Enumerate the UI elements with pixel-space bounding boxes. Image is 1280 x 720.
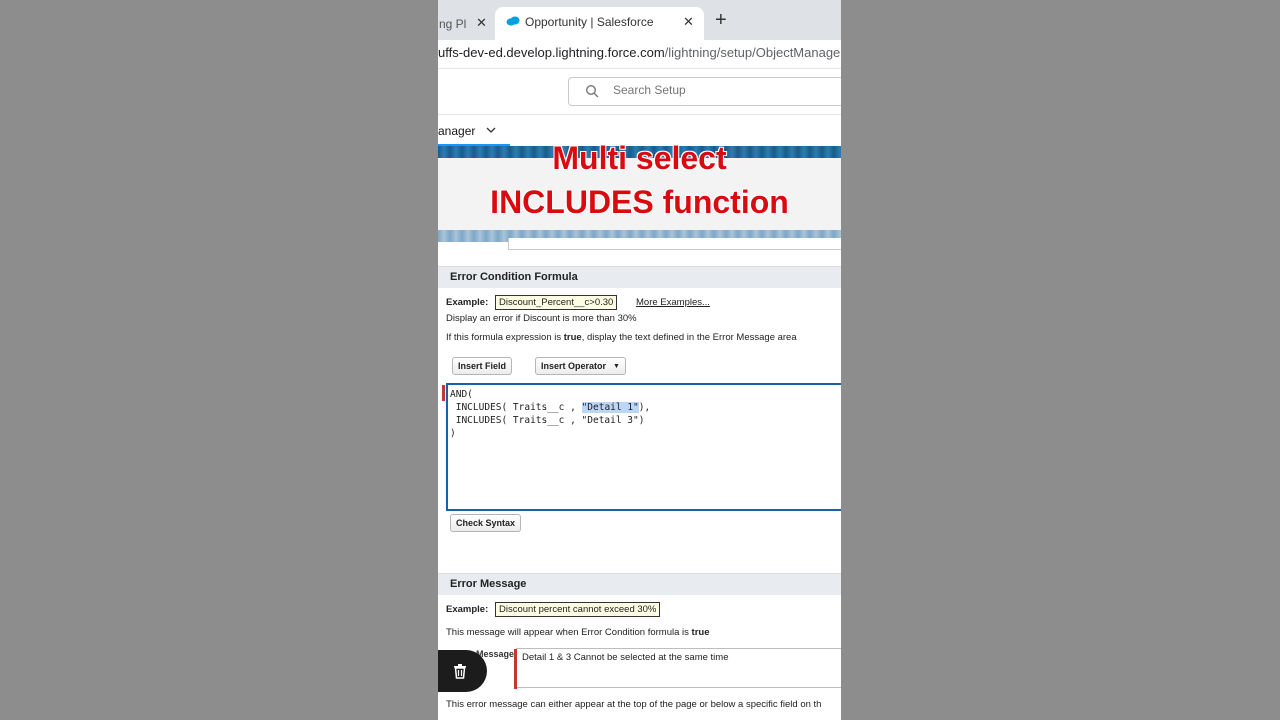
formula-line-2b: ), (638, 402, 651, 413)
search-icon (585, 84, 599, 98)
trash-icon (454, 664, 466, 679)
help-true-word: true (691, 627, 710, 638)
message-help-text: This message will appear when Error Cond… (446, 627, 709, 638)
browser-tab-active[interactable]: Opportunity | Salesforce ✕ (495, 7, 704, 40)
help-true-word: true (563, 332, 582, 343)
button-label: Check Syntax (456, 518, 516, 528)
page-banner: Multi select INCLUDES function (438, 140, 841, 250)
formula-line-3: INCLUDES( Traits__c , "Detail 3") (450, 415, 645, 426)
tab-label: anager (438, 124, 476, 138)
formula-text[interactable]: AND( INCLUDES( Traits__c , "Detail 1"), … (450, 388, 650, 440)
formula-line-1: AND( (450, 389, 473, 400)
check-syntax-button[interactable]: Check Syntax (450, 514, 522, 532)
error-message-field[interactable]: Detail 1 & 3 Cannot be selected at the s… (514, 648, 841, 689)
error-location-help: This error message can either appear at … (446, 699, 822, 710)
url-text: uffs-dev-ed.develop.lightning.force.com/… (438, 45, 840, 60)
example-description: Display an error if Discount is more tha… (446, 313, 637, 324)
active-tab-title: Opportunity | Salesforce (525, 15, 654, 29)
error-condition-section-header: Error Condition Formula (438, 266, 841, 288)
close-icon[interactable]: ✕ (683, 14, 694, 30)
section-title: Error Condition Formula (450, 271, 578, 283)
left-background (0, 0, 438, 720)
salesforce-header (438, 68, 841, 114)
formula-help-text: If this formula expression is true, disp… (446, 332, 797, 343)
required-indicator (514, 649, 517, 689)
insert-operator-button[interactable]: Insert Operator ▼ (535, 357, 626, 375)
button-label: Insert Field (458, 361, 507, 371)
salesforce-cloud-icon (506, 16, 520, 26)
url-path: /lightning/setup/ObjectManage (664, 45, 841, 60)
phone-frame: ng Pl ✕ Opportunity | Salesforce ✕ + uff… (438, 0, 841, 720)
right-background (841, 0, 1280, 720)
formula-line-4: ) (450, 428, 456, 439)
delete-button[interactable] (438, 650, 487, 692)
search-input[interactable] (613, 83, 813, 97)
dropdown-caret-icon: ▼ (613, 362, 620, 370)
required-indicator (442, 385, 445, 401)
new-tab-button[interactable]: + (715, 10, 727, 30)
address-bar[interactable]: uffs-dev-ed.develop.lightning.force.com/… (438, 40, 841, 68)
example-value: Discount percent cannot exceed 30% (495, 602, 661, 617)
browser-tabstrip: ng Pl ✕ Opportunity | Salesforce ✕ + (438, 0, 841, 40)
example-label: Example: (446, 604, 489, 615)
formula-selection: "Detail 1" (581, 402, 639, 413)
help-prefix: This message will appear when Error Cond… (446, 627, 692, 638)
browser-tab-inactive[interactable]: ng Pl ✕ (438, 8, 492, 40)
help-prefix: If this formula expression is (446, 332, 564, 343)
caption-line-2: INCLUDES function (490, 184, 789, 220)
url-host: uffs-dev-ed.develop.lightning.force.com (438, 45, 665, 60)
search-setup[interactable] (568, 77, 841, 106)
example-label: Example: (446, 297, 489, 308)
formula-line-2a: INCLUDES( Traits__c , (450, 402, 582, 413)
chevron-down-icon[interactable] (486, 125, 496, 135)
section-title: Error Message (450, 578, 527, 590)
more-examples-link[interactable]: More Examples... (636, 297, 710, 308)
insert-field-button[interactable]: Insert Field (452, 357, 513, 375)
example-value: Discount_Percent__c>0.30 (495, 295, 618, 310)
caption-line-1: Multi select (552, 140, 727, 176)
help-suffix: , display the text defined in the Error … (581, 332, 797, 343)
button-label: Insert Operator (541, 361, 607, 371)
close-icon[interactable]: ✕ (476, 15, 487, 31)
error-message-value: Detail 1 & 3 Cannot be selected at the s… (522, 652, 729, 663)
formula-editor[interactable]: AND( INCLUDES( Traits__c , "Detail 1"), … (442, 383, 841, 511)
error-message-section-header: Error Message (438, 573, 841, 595)
video-caption: Multi select INCLUDES function (438, 140, 841, 242)
inactive-tab-title: ng Pl (439, 17, 467, 31)
